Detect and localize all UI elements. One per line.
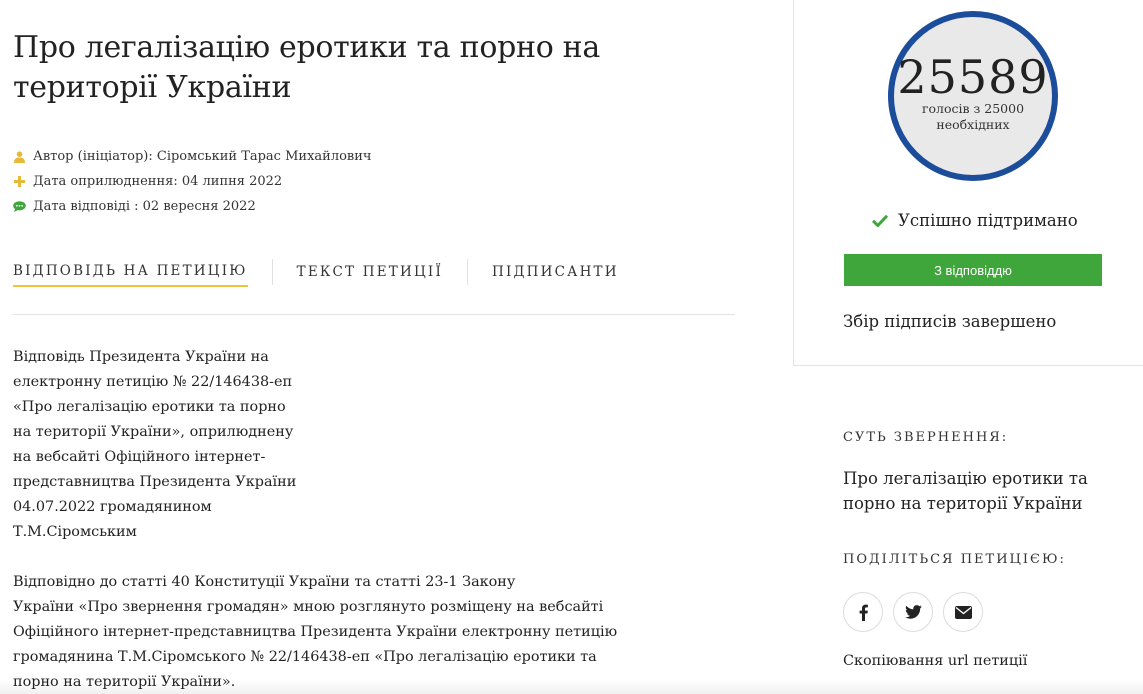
checkmark-icon xyxy=(872,214,888,227)
petition-title: Про легалізацію еротики та порно на тери… xyxy=(13,30,600,105)
petition-meta: Автор (ініціатор): Сіромський Тарас Миха… xyxy=(13,144,371,219)
tabs-divider xyxy=(13,314,735,315)
meta-author-text: Автор (ініціатор): Сіромський Тарас Миха… xyxy=(33,149,372,164)
facebook-icon xyxy=(859,604,868,621)
vote-count: 25589 xyxy=(897,50,1049,104)
tab-answer[interactable]: Відповідь на петицію xyxy=(13,263,248,287)
tab-separator xyxy=(271,259,273,285)
tab-petition-text[interactable]: Текст петиції xyxy=(297,264,443,286)
petition-tabs: Відповідь на петицію Текст петиції Підпи… xyxy=(13,259,619,288)
meta-answered: Дата відповіді : 02 вересня 2022 xyxy=(13,194,371,219)
answer-paragraph: Відповідно до статті 40 Конституції Укра… xyxy=(13,574,618,690)
answer-paragraph: Відповідь Президента України на електрон… xyxy=(13,349,297,540)
vote-count-caption: голосів з 25000 необхідних xyxy=(921,101,1025,132)
meta-author: Автор (ініціатор): Сіромський Тарас Миха… xyxy=(13,144,371,169)
answer-body: Відповідь Президента України на електрон… xyxy=(13,345,617,694)
essence-text: Про легалізацію еротики та порно на тери… xyxy=(843,469,1088,513)
facebook-share-button[interactable] xyxy=(843,592,883,632)
vote-counter: 25589 голосів з 25000 необхідних xyxy=(888,11,1058,181)
meta-published-text: Дата оприлюднення: 04 липня 2022 xyxy=(33,174,283,189)
share-label: Поділіться петицією: xyxy=(843,552,1066,567)
with-answer-button[interactable]: З відповіддю xyxy=(844,254,1102,286)
email-share-button[interactable] xyxy=(943,592,983,632)
plus-icon xyxy=(13,175,26,188)
collection-closed-text: Збір підписів завершено xyxy=(843,312,1057,331)
meta-answered-text: Дата відповіді : 02 вересня 2022 xyxy=(33,199,256,214)
copy-url-link[interactable]: Скопіювання url петиції xyxy=(843,653,1027,669)
status-supported: Успішно підтримано xyxy=(872,211,1078,230)
share-icons xyxy=(843,592,993,632)
essence-label: Суть звернення: xyxy=(843,430,1009,445)
user-icon xyxy=(13,150,26,163)
meta-published: Дата оприлюднення: 04 липня 2022 xyxy=(13,169,371,194)
email-icon xyxy=(954,605,972,619)
tab-separator xyxy=(467,259,468,285)
twitter-share-button[interactable] xyxy=(893,592,933,632)
twitter-icon xyxy=(904,605,922,619)
status-text: Успішно підтримано xyxy=(898,211,1078,230)
speech-bubble-icon xyxy=(13,200,26,213)
tab-signers[interactable]: Підписанти xyxy=(492,264,619,286)
